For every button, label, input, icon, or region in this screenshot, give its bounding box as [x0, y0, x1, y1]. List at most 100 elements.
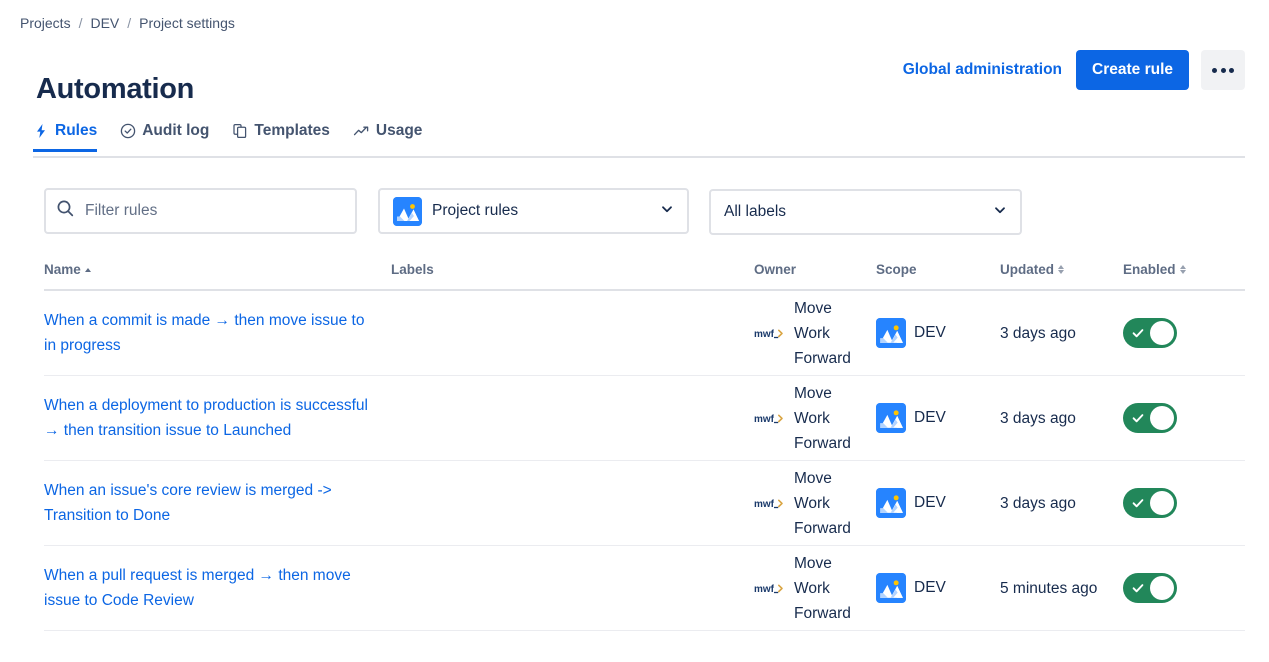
table-row: When an issue's core review is merged ->…	[44, 461, 1245, 546]
rule-owner-cell: mwf Move Work Forward	[754, 551, 876, 626]
rule-owner-cell: mwf Move Work Forward	[754, 296, 876, 371]
chevron-down-icon	[660, 202, 674, 221]
column-header-name-label: Name	[44, 262, 81, 277]
column-header-updated-label: Updated	[1000, 262, 1054, 277]
rule-updated-cell: 3 days ago	[1000, 321, 1123, 346]
create-rule-button[interactable]: Create rule	[1076, 50, 1189, 90]
header-actions: Global administration Create rule	[901, 50, 1245, 90]
rule-owner-cell: mwf Move Work Forward	[754, 381, 876, 456]
rule-name-link[interactable]: When an issue's core review is merged ->…	[44, 478, 391, 528]
check-circle-icon	[120, 123, 136, 139]
svg-text:mwf: mwf	[754, 499, 775, 510]
rule-owner-name: Move Work Forward	[794, 381, 870, 456]
labels-filter-select[interactable]: All labels	[709, 189, 1022, 235]
svg-text:mwf: mwf	[754, 414, 775, 425]
rule-updated-cell: 3 days ago	[1000, 406, 1123, 431]
search-rules-box[interactable]	[44, 188, 357, 234]
tab-audit-log[interactable]: Audit log	[120, 122, 209, 152]
svg-text:mwf: mwf	[754, 329, 775, 340]
rule-updated-cell: 3 days ago	[1000, 491, 1123, 516]
rule-name-cell: When a pull request is merged → then mov…	[44, 563, 391, 613]
chevron-down-icon	[993, 203, 1007, 222]
project-mountain-icon	[393, 197, 422, 226]
rule-scope-name: DEV	[914, 579, 946, 597]
rule-name-link[interactable]: When a pull request is merged → then mov…	[44, 563, 391, 613]
mwf-logo-icon: mwf	[754, 577, 786, 599]
breadcrumb-separator: /	[127, 14, 131, 32]
rule-scope-name: DEV	[914, 324, 946, 342]
rule-name-link[interactable]: When a commit is made → then move issue …	[44, 308, 391, 358]
rule-name-cell: When a deployment to production is succe…	[44, 393, 391, 443]
lightning-bolt-icon	[33, 123, 49, 139]
column-header-labels-label: Labels	[391, 262, 434, 277]
rule-owner-name: Move Work Forward	[794, 296, 870, 371]
project-mountain-icon	[876, 403, 906, 433]
rule-enabled-toggle[interactable]	[1123, 573, 1177, 603]
tab-bar: Rules Audit log Templates Usage	[33, 122, 422, 152]
svg-text:mwf: mwf	[754, 584, 775, 595]
column-header-enabled-label: Enabled	[1123, 262, 1176, 277]
search-icon	[56, 199, 75, 223]
tab-templates[interactable]: Templates	[232, 122, 330, 152]
global-administration-link[interactable]: Global administration	[901, 55, 1064, 85]
breadcrumb: Projects / DEV / Project settings	[20, 14, 235, 32]
tab-bar-divider	[33, 156, 1245, 158]
column-header-scope: Scope	[876, 262, 1000, 277]
more-dot-icon	[1229, 68, 1234, 73]
rule-updated-value: 3 days ago	[1000, 406, 1090, 431]
rule-updated-value: 5 minutes ago	[1000, 576, 1111, 601]
toggle-knob	[1150, 491, 1174, 515]
breadcrumb-item-dev[interactable]: DEV	[90, 14, 119, 32]
rule-owner-name: Move Work Forward	[794, 551, 870, 626]
breadcrumb-item-project-settings[interactable]: Project settings	[139, 14, 235, 32]
rule-scope-cell: DEV	[876, 488, 1000, 518]
rule-owner-name: Move Work Forward	[794, 466, 870, 541]
rule-enabled-toggle[interactable]	[1123, 488, 1177, 518]
rule-scope-name: DEV	[914, 494, 946, 512]
rule-enabled-cell	[1123, 318, 1245, 348]
project-mountain-icon	[876, 573, 906, 603]
column-header-enabled[interactable]: Enabled	[1123, 262, 1245, 277]
rule-name-cell: When a commit is made → then move issue …	[44, 308, 391, 358]
column-header-name[interactable]: Name	[44, 262, 391, 277]
toggle-knob	[1150, 321, 1174, 345]
scope-filter-select[interactable]: Project rules	[378, 188, 689, 234]
tab-rules[interactable]: Rules	[33, 122, 97, 152]
toggle-knob	[1150, 576, 1174, 600]
project-mountain-icon	[876, 488, 906, 518]
rule-enabled-cell	[1123, 488, 1245, 518]
labels-filter-value: All labels	[724, 203, 983, 221]
mwf-logo-icon: mwf	[754, 322, 786, 344]
tab-usage-label: Usage	[376, 122, 423, 140]
rule-enabled-cell	[1123, 403, 1245, 433]
tab-usage[interactable]: Usage	[353, 122, 423, 152]
tab-rules-label: Rules	[55, 122, 97, 140]
rule-name-cell: When an issue's core review is merged ->…	[44, 478, 391, 528]
rule-name-link[interactable]: When a deployment to production is succe…	[44, 393, 391, 443]
rule-scope-cell: DEV	[876, 573, 1000, 603]
more-dot-icon	[1212, 68, 1217, 73]
tab-templates-label: Templates	[254, 122, 330, 140]
rules-table: Name Labels Owner Scope Updated Enabled	[44, 262, 1245, 631]
column-header-scope-label: Scope	[876, 262, 917, 277]
rule-enabled-toggle[interactable]	[1123, 318, 1177, 348]
table-header-row: Name Labels Owner Scope Updated Enabled	[44, 262, 1245, 291]
rule-updated-value: 3 days ago	[1000, 491, 1090, 516]
scope-filter-value: Project rules	[432, 202, 650, 220]
breadcrumb-item-projects[interactable]: Projects	[20, 14, 71, 32]
column-header-updated[interactable]: Updated	[1000, 262, 1123, 277]
automation-page: Projects / DEV / Project settings Automa…	[0, 0, 1269, 662]
rule-enabled-toggle[interactable]	[1123, 403, 1177, 433]
rule-scope-cell: DEV	[876, 318, 1000, 348]
breadcrumb-separator: /	[79, 14, 83, 32]
page-title: Automation	[36, 69, 194, 109]
column-header-labels: Labels	[391, 262, 754, 277]
rule-owner-cell: mwf Move Work Forward	[754, 466, 876, 541]
more-dot-icon	[1221, 68, 1226, 73]
sort-toggle-icon	[1058, 265, 1064, 274]
column-header-owner-label: Owner	[754, 262, 796, 277]
sort-toggle-icon	[1180, 265, 1186, 274]
more-actions-button[interactable]	[1201, 50, 1245, 90]
table-row: When a commit is made → then move issue …	[44, 291, 1245, 376]
search-input[interactable]	[83, 201, 345, 221]
